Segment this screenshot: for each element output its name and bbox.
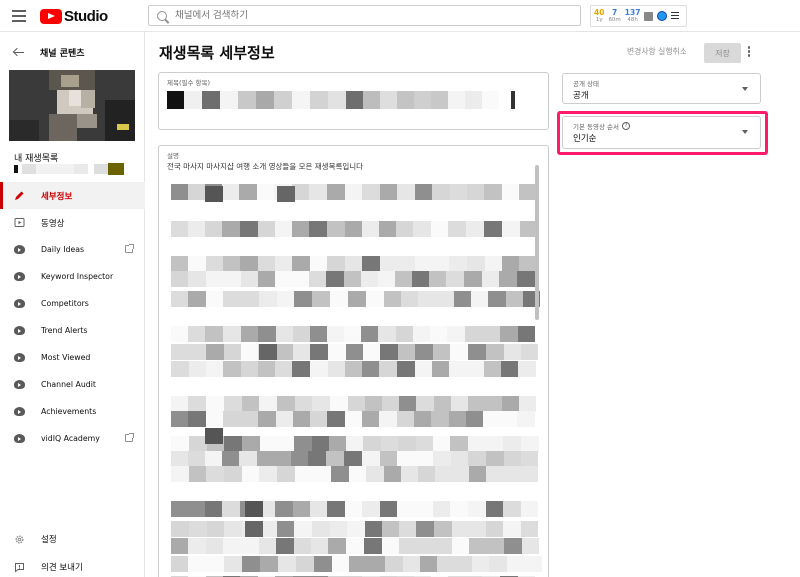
- sort-value: 인기순: [573, 134, 597, 144]
- sidebar-item-keyword-inspector[interactable]: Keyword Inspector: [0, 263, 145, 290]
- video-list-icon: [14, 217, 25, 228]
- sidebar-item-most-viewed[interactable]: Most Viewed: [0, 344, 145, 371]
- top-bar: Studio 40 1y 7 60m 137 48h: [0, 0, 800, 32]
- search-input[interactable]: [175, 10, 555, 21]
- sidebar-item-competitors[interactable]: Competitors: [0, 290, 145, 317]
- vidiq-icon: [14, 433, 25, 444]
- sidebar-item-label: Most Viewed: [41, 353, 91, 362]
- sidebar-item-feedback[interactable]: 의견 보내기: [0, 553, 145, 577]
- sidebar-item-daily-ideas[interactable]: Daily Ideas: [0, 236, 145, 263]
- sidebar-item-label: Daily Ideas: [41, 245, 85, 254]
- sidebar-item-label: Achievements: [41, 407, 97, 416]
- vidiq-stat-48h: 137 48h: [625, 9, 641, 23]
- sidebar-item-videos[interactable]: 동영상: [0, 209, 145, 236]
- logo-text: Studio: [64, 7, 108, 25]
- page-title: 재생목록 세부정보: [159, 44, 275, 62]
- vidiq-icon: [14, 406, 25, 417]
- back-arrow-icon[interactable]: [14, 47, 24, 57]
- sidebar-item-label: 동영상: [41, 218, 65, 229]
- visibility-label: 공개 상태: [573, 80, 599, 88]
- vidiq-stat-1y: 40 1y: [594, 9, 604, 23]
- search-box[interactable]: [148, 5, 581, 26]
- sidebar-item-achievements[interactable]: Achievements: [0, 398, 145, 425]
- sidebar-item-label: Keyword Inspector: [41, 272, 114, 281]
- sidebar-bottom-nav: 설정의견 보내기: [0, 525, 145, 577]
- back-to-channel-content[interactable]: 채널 콘텐츠: [0, 42, 145, 62]
- sidebar-item-label: Trend Alerts: [41, 326, 88, 335]
- stat-label: 60m: [608, 16, 621, 23]
- vidiq-icon: [14, 271, 25, 282]
- title-field[interactable]: 제목(필수 항목): [158, 72, 549, 130]
- stat-label: 1y: [595, 16, 603, 23]
- description-scrollbar[interactable]: [535, 165, 539, 320]
- vidiq-icon: [14, 352, 25, 363]
- sort-label-text: 기본 동영상 순서: [573, 123, 619, 131]
- description-field[interactable]: 설명 전국 마사지 마사지샵 여행 소개 영상들을 모은 재생목록입니다: [158, 145, 549, 577]
- undo-changes-button[interactable]: 변경사항 실행취소: [627, 46, 687, 57]
- sidebar-item-label: 의견 보내기: [41, 563, 83, 573]
- chevron-down-icon: [742, 87, 748, 91]
- sidebar-item-label: vidIQ Academy: [41, 434, 100, 443]
- sidebar-item-settings[interactable]: 설정: [0, 525, 145, 553]
- description-field-label: 설명: [167, 152, 179, 160]
- pencil-icon: [14, 190, 25, 201]
- visibility-value: 공개: [573, 91, 589, 101]
- vidiq-icon: [14, 298, 25, 309]
- vidiq-icon: [14, 379, 25, 390]
- hamburger-menu-icon[interactable]: [12, 10, 26, 22]
- description-first-line: 전국 마사지 마사지샵 여행 소개 영상들을 모은 재생목록입니다: [167, 162, 364, 171]
- sidebar: 채널 콘텐츠 내 재생목록 세부정보 동영상 Daily Ideas Keyword …: [0, 32, 145, 577]
- help-icon[interactable]: ?: [622, 122, 630, 130]
- stat-value: 7: [612, 8, 618, 17]
- stat-value: 40: [594, 8, 605, 17]
- sidebar-nav: 세부정보동영상 Daily Ideas Keyword Inspector Compe…: [0, 182, 145, 452]
- save-button[interactable]: 저장: [704, 43, 741, 63]
- title-field-label: 제목(필수 항목): [167, 79, 211, 87]
- youtube-studio-logo[interactable]: Studio: [40, 7, 108, 25]
- search-icon: [157, 10, 167, 21]
- external-link-icon: [125, 244, 134, 253]
- feedback-icon: [14, 562, 25, 573]
- playlist-channel-name: [14, 163, 124, 175]
- sidebar-item-details[interactable]: 세부정보: [0, 182, 145, 209]
- playlist-thumbnail[interactable]: [9, 70, 135, 141]
- default-video-order-select[interactable]: 기본 동영상 순서 ? 인기순: [562, 116, 761, 149]
- sidebar-item-label: 설정: [41, 535, 57, 545]
- visibility-select[interactable]: 공개 상태 공개: [562, 73, 761, 104]
- sidebar-item-label: Competitors: [41, 299, 89, 308]
- vidiq-icon: [14, 244, 25, 255]
- gear-icon: [14, 534, 25, 545]
- stat-value: 137: [624, 8, 641, 17]
- youtube-play-icon: [40, 8, 62, 24]
- vidiq-logo-icon[interactable]: [657, 11, 668, 21]
- vidiq-icon: [14, 325, 25, 336]
- sidebar-item-trend-alerts[interactable]: Trend Alerts: [0, 317, 145, 344]
- sidebar-item-label: Channel Audit: [41, 380, 96, 389]
- external-link-icon: [125, 433, 134, 442]
- chart-icon[interactable]: [644, 11, 654, 21]
- stat-label: 48h: [627, 16, 638, 23]
- sidebar-item-channel-audit[interactable]: Channel Audit: [0, 371, 145, 398]
- menu-icon[interactable]: [671, 11, 680, 21]
- more-options-icon[interactable]: [746, 46, 752, 60]
- chevron-down-icon: [742, 130, 748, 134]
- sort-label: 기본 동영상 순서 ?: [573, 121, 630, 131]
- back-label: 채널 콘텐츠: [40, 48, 85, 59]
- vidiq-stats-widget[interactable]: 40 1y 7 60m 137 48h: [590, 5, 687, 27]
- sidebar-item-label: 세부정보: [41, 191, 73, 202]
- vidiq-stat-60m: 7 60m: [608, 9, 620, 23]
- sidebar-item-vidiq-academy[interactable]: vidIQ Academy: [0, 425, 145, 452]
